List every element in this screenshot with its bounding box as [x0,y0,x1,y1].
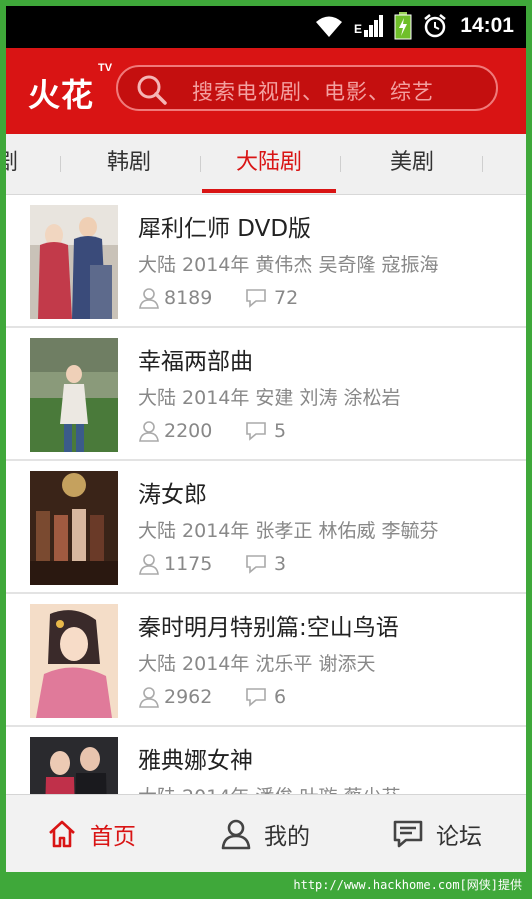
app-header: 火花 TV 搜索电视剧、电影、综艺 [6,48,526,134]
comments-count: 6 [274,686,287,708]
tab-divider [200,156,201,172]
nav-label: 论坛 [436,824,482,850]
active-tab-indicator [202,189,336,193]
tab-divider [482,156,483,172]
comments-count: 72 [274,287,299,309]
category-tabs: 港剧 韩剧 大陆剧 美剧 [6,134,526,195]
nav-forum[interactable]: 论坛 [392,795,482,872]
user-icon [139,554,159,575]
comments-stat: 5 [244,420,286,442]
drama-list: 犀利仁师 DVD版 大陆 2014年 黄伟杰 吴奇隆 寇振海 8189 72 幸… [6,195,526,795]
tab-divider [60,156,61,172]
nav-mine[interactable]: 我的 [220,795,310,872]
tab-mainland-drama[interactable]: 大陆剧 [202,134,336,194]
tab-korean-drama[interactable]: 韩剧 [68,134,190,194]
tab-divider [340,156,341,172]
item-meta: 大陆 2014年 黄伟杰 吴奇隆 寇振海 [138,254,439,276]
tab-hk-drama[interactable]: 港剧 [6,134,18,194]
views-stat: 2962 [138,686,244,708]
comment-icon [246,555,266,574]
nav-label: 首页 [90,824,136,850]
nav-home[interactable]: 首页 [46,795,136,872]
watermark-text: http://www.hackhome.com[网侠]提供 [293,878,522,892]
comment-icon [246,289,266,308]
search-icon [137,75,167,105]
poster-image [30,205,118,319]
app-logo[interactable]: 火花 [28,70,94,116]
user-icon [139,687,159,708]
list-item[interactable]: 幸福两部曲 大陆 2014年 安建 刘涛 涂松岩 2200 5 [6,328,526,461]
app-screen: E 14:01 火花 TV 搜索电视剧、电影、综艺 剧 韩剧 大陆剧 美剧 犀利… [6,6,526,872]
item-stats: 2200 5 [138,420,286,442]
views-count: 1175 [164,553,213,575]
status-bar: E 14:01 [6,6,526,48]
item-title: 秦时明月特别篇:空山鸟语 [138,615,399,641]
logo-tv-mark: TV [98,62,113,74]
comments-count: 5 [274,420,287,442]
item-meta: 大陆 2014年 张孝正 林佑威 李毓芬 [138,520,439,542]
home-icon [49,820,75,848]
search-placeholder: 搜索电视剧、电影、综艺 [192,80,434,104]
item-title: 犀利仁师 DVD版 [138,216,312,242]
views-stat: 1175 [138,553,244,575]
item-stats: 8189 72 [138,287,298,309]
item-title: 涛女郎 [138,482,207,508]
bottom-nav: 首页 我的 论坛 [6,794,526,872]
views-count: 8189 [164,287,213,309]
comments-stat: 6 [244,686,286,708]
svg-text:E: E [354,22,362,36]
poster-image [30,471,118,585]
nav-label: 我的 [264,824,310,850]
signal-icon: E [354,15,383,37]
status-time: 14:01 [460,14,514,37]
views-stat: 8189 [138,287,244,309]
list-item[interactable]: 秦时明月特别篇:空山鸟语 大陆 2014年 沈乐平 谢添天 2962 6 [6,594,526,727]
list-item[interactable]: 雅典娜女神 大陆 2014年 潘俊 叶璇 蔡少芬 [6,727,526,795]
views-stat: 2200 [138,420,244,442]
alarm-icon [424,14,446,38]
user-icon [221,819,251,850]
search-input[interactable]: 搜索电视剧、电影、综艺 [116,65,498,111]
item-stats: 2962 6 [138,686,286,708]
battery-charging-icon [394,12,412,40]
wifi-icon [316,16,342,37]
poster-image [30,338,118,452]
comments-count: 3 [274,553,287,575]
item-title: 雅典娜女神 [138,748,253,774]
list-item[interactable]: 涛女郎 大陆 2014年 张孝正 林佑威 李毓芬 1175 3 [6,461,526,594]
comments-stat: 3 [244,553,286,575]
status-icons: E [314,12,448,40]
poster-image [30,737,118,795]
list-item[interactable]: 犀利仁师 DVD版 大陆 2014年 黄伟杰 吴奇隆 寇振海 8189 72 [6,195,526,328]
item-meta: 大陆 2014年 沈乐平 谢添天 [138,653,376,675]
forum-icon [393,820,423,848]
user-icon [139,421,159,442]
comments-stat: 72 [244,287,298,309]
views-count: 2962 [164,686,213,708]
tab-us-drama[interactable]: 美剧 [350,134,474,194]
comment-icon [246,688,266,707]
item-title: 幸福两部曲 [138,349,253,375]
user-icon [139,288,159,309]
item-stats: 1175 3 [138,553,286,575]
views-count: 2200 [164,420,213,442]
comment-icon [246,422,266,441]
poster-image [30,604,118,718]
tab-label: 港剧 [6,150,18,175]
item-meta: 大陆 2014年 安建 刘涛 涂松岩 [138,387,401,409]
